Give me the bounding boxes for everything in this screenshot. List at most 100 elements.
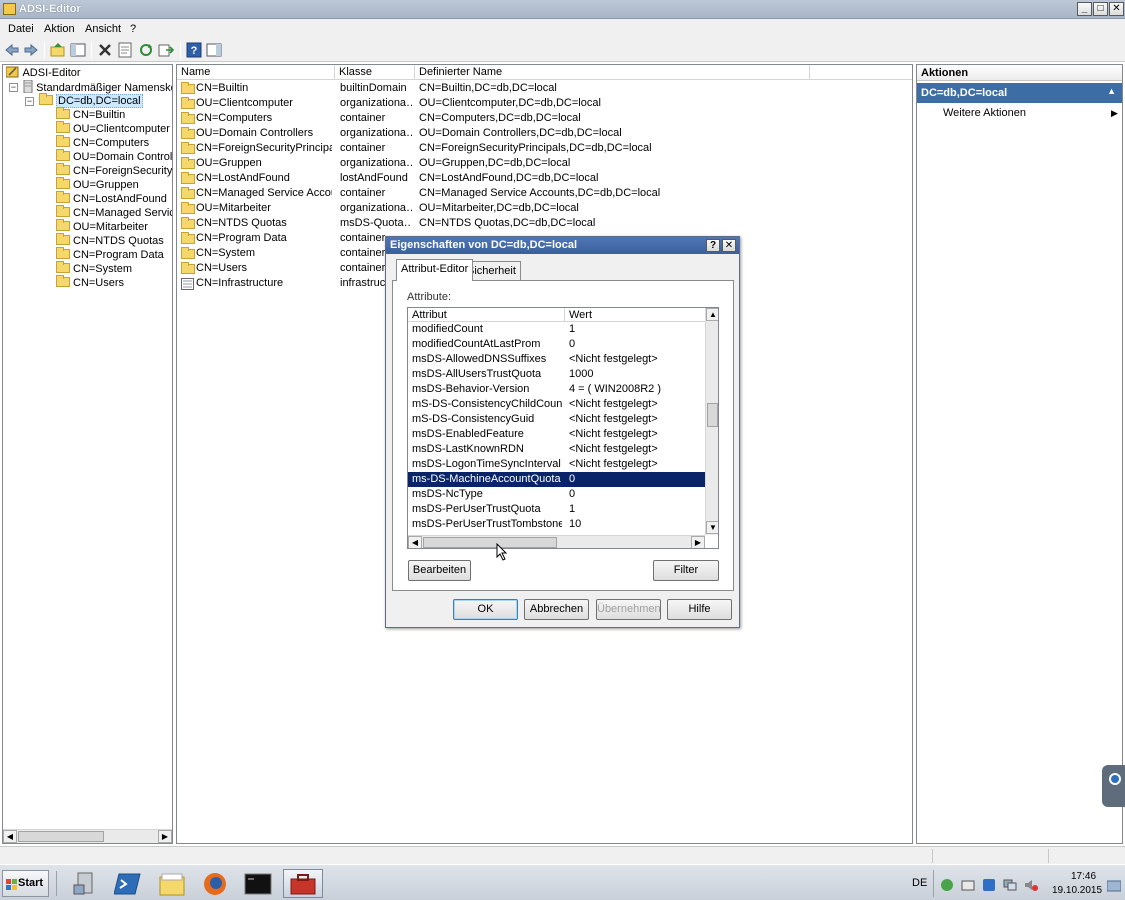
server-manager-task[interactable]: [66, 869, 106, 898]
menu-ansicht[interactable]: Ansicht: [85, 23, 121, 35]
explorer-task[interactable]: [152, 869, 192, 898]
filter-button[interactable]: Filter: [653, 560, 719, 581]
menu-datei[interactable]: Datei: [8, 23, 34, 35]
keyboard-icon[interactable]: [961, 878, 975, 892]
attribute-row[interactable]: modifiedCountAtLastProm 0: [408, 337, 705, 352]
attribute-vertical-scrollbar[interactable]: ▲ ▼: [705, 308, 718, 535]
collapse-icon[interactable]: ▲: [1107, 86, 1116, 96]
adsi-editor-task[interactable]: [283, 869, 323, 898]
attribute-row[interactable]: msDS-AllUsersTrustQuota 1000: [408, 367, 705, 382]
column-header-name[interactable]: Name: [177, 65, 335, 80]
table-row[interactable]: OU=Gruppen organizationa… OU=Gruppen,DC=db…: [177, 156, 912, 171]
tree-item[interactable]: CN=ForeignSecurityPri: [56, 163, 172, 178]
tree-item[interactable]: CN=Computers: [56, 135, 149, 150]
network-icon[interactable]: [1003, 878, 1017, 892]
tree-collapse-toggle[interactable]: −: [9, 83, 18, 92]
attribute-row[interactable]: msDS-PerUserTrustTombstonesQ... 10: [408, 517, 705, 532]
table-row[interactable]: OU=Mitarbeiter organizationa… OU=Mitarbeit…: [177, 201, 912, 216]
scroll-left-button[interactable]: ◀: [3, 830, 17, 843]
table-row[interactable]: CN=ForeignSecurityPrincipals container CN=…: [177, 141, 912, 156]
powershell-task[interactable]: [108, 869, 148, 898]
tree-domain[interactable]: DC=db,DC=local: [39, 93, 143, 108]
show-action-pane-icon[interactable]: [206, 42, 222, 58]
attribute-row[interactable]: msDS-AllowedDNSSuffixes <Nicht festgelegt…: [408, 352, 705, 367]
attribute-row[interactable]: msDS-PerUserTrustQuota 1: [408, 502, 705, 517]
scroll-thumb[interactable]: [423, 537, 557, 548]
cmd-task[interactable]: [238, 869, 278, 898]
export-list-icon[interactable]: [158, 42, 174, 58]
tree-item[interactable]: OU=Mitarbeiter: [56, 219, 148, 234]
tree-item[interactable]: CN=Builtin: [56, 107, 125, 122]
table-row[interactable]: OU=Clientcomputer organizationa… OU=Client…: [177, 96, 912, 111]
help-button[interactable]: Hilfe: [667, 599, 732, 620]
forward-icon[interactable]: [23, 42, 39, 58]
firefox-task[interactable]: [195, 869, 235, 898]
table-row[interactable]: CN=Computers container CN=Computers,DC=db,…: [177, 111, 912, 126]
help-icon[interactable]: ?: [186, 42, 202, 58]
column-header-value[interactable]: Wert: [565, 308, 705, 322]
attribute-row[interactable]: msDS-LogonTimeSyncInterval <Nicht festgel…: [408, 457, 705, 472]
attribute-row[interactable]: mS-DS-ConsistencyChildCount <Nicht festge…: [408, 397, 705, 412]
tree-collapse-toggle[interactable]: −: [25, 97, 34, 106]
table-row[interactable]: OU=Domain Controllers organizationa… OU=Do…: [177, 126, 912, 141]
table-row[interactable]: CN=LostAndFound lostAndFound CN=LostAndFou…: [177, 171, 912, 186]
tree-item[interactable]: OU=Clientcomputer: [56, 121, 170, 136]
scroll-left-button[interactable]: ◀: [408, 536, 422, 548]
menu-help[interactable]: ?: [130, 23, 136, 35]
show-hide-tree-icon[interactable]: [70, 42, 86, 58]
tab-attribute-editor[interactable]: Attribut-Editor: [396, 259, 474, 281]
properties-icon[interactable]: [117, 42, 133, 58]
refresh-icon[interactable]: [138, 42, 154, 58]
up-folder-icon[interactable]: [50, 42, 66, 58]
scroll-right-button[interactable]: ▶: [158, 830, 172, 843]
close-button[interactable]: ✕: [1109, 2, 1124, 16]
scroll-right-button[interactable]: ▶: [691, 536, 705, 548]
column-header-class[interactable]: Klasse: [335, 65, 415, 80]
attribute-row[interactable]: mS-DS-ConsistencyGuid <Nicht festgelegt>: [408, 412, 705, 427]
attribute-row[interactable]: modifiedCount 1: [408, 322, 705, 337]
tree-item[interactable]: CN=LostAndFound: [56, 191, 167, 206]
edit-button[interactable]: Bearbeiten: [408, 560, 471, 581]
start-button[interactable]: Start: [2, 870, 49, 897]
tree-horizontal-scrollbar[interactable]: ◀ ▶: [3, 829, 172, 843]
tree-item[interactable]: CN=Managed Service A: [56, 205, 172, 220]
clock-time[interactable]: 17:46: [1071, 871, 1096, 882]
tree-naming-context[interactable]: Standardmäßiger Namenskonte: [23, 79, 172, 94]
clock-date[interactable]: 19.10.2015: [1052, 885, 1102, 896]
attribute-horizontal-scrollbar[interactable]: ◀ ▶: [408, 535, 705, 548]
tree-item[interactable]: CN=Program Data: [56, 247, 164, 262]
show-desktop-icon[interactable]: [1107, 880, 1121, 892]
scroll-thumb[interactable]: [707, 403, 718, 427]
column-header-dn[interactable]: Definierter Name: [415, 65, 810, 80]
table-row[interactable]: CN=Managed Service Accounts container CN=M…: [177, 186, 912, 201]
cancel-button[interactable]: Abbrechen: [524, 599, 589, 620]
attribute-row[interactable]: ms-DS-MachineAccountQuota 0: [408, 472, 705, 487]
tree-item[interactable]: CN=NTDS Quotas: [56, 233, 164, 248]
table-row[interactable]: CN=Builtin builtinDomain CN=Builtin,DC=db,…: [177, 81, 912, 96]
table-row[interactable]: CN=NTDS Quotas msDS-Quota… CN=NTDS Quotas,…: [177, 216, 912, 231]
attribute-row[interactable]: msDS-NcType 0: [408, 487, 705, 502]
language-indicator[interactable]: DE: [912, 877, 927, 889]
attribute-row[interactable]: msDS-EnabledFeature <Nicht festgelegt>: [408, 427, 705, 442]
side-panel-tab[interactable]: [1102, 765, 1125, 807]
more-actions-item[interactable]: Weitere Aktionen: [943, 107, 1026, 119]
actions-selected-object[interactable]: DC=db,DC=local ▲: [917, 83, 1122, 103]
dialog-close-button[interactable]: ✕: [722, 239, 736, 252]
minimize-button[interactable]: _: [1077, 2, 1092, 16]
attribute-row[interactable]: msDS-LastKnownRDN <Nicht festgelegt>: [408, 442, 705, 457]
scroll-up-button[interactable]: ▲: [706, 308, 718, 321]
maximize-button[interactable]: □: [1093, 2, 1108, 16]
back-icon[interactable]: [4, 42, 20, 58]
scroll-thumb[interactable]: [18, 831, 104, 842]
attribute-row[interactable]: msDS-Behavior-Version 4 = ( WIN2008R2 ): [408, 382, 705, 397]
dialog-help-button[interactable]: ?: [706, 239, 720, 252]
column-header-attribute[interactable]: Attribut: [408, 308, 565, 322]
tree-root[interactable]: ADSI-Editor: [5, 66, 81, 80]
ok-button[interactable]: OK: [453, 599, 518, 620]
tree-item[interactable]: OU=Domain Controllers: [56, 149, 172, 164]
delete-icon[interactable]: [97, 42, 113, 58]
remote-support-icon[interactable]: [982, 878, 996, 892]
scroll-down-button[interactable]: ▼: [706, 521, 718, 534]
flag-icon[interactable]: [940, 878, 954, 892]
tree-item[interactable]: CN=Users: [56, 275, 124, 290]
